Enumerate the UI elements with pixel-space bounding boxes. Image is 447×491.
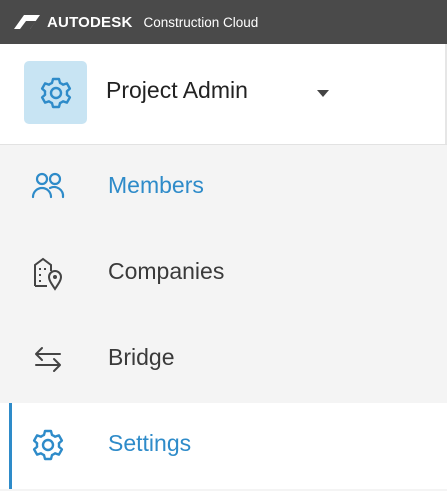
bridge-arrows-icon [35,347,61,372]
sidebar-nav: Members Companies Bridge Settings [0,145,447,491]
project-title: Project Admin [106,77,248,103]
project-icon-tile [24,61,87,124]
sidebar-item-bridge[interactable]: Bridge [0,317,447,403]
sidebar-item-settings[interactable]: Settings [0,403,447,489]
product-name: Construction Cloud [143,14,259,30]
brand[interactable]: AUTODESK Construction Cloud [14,0,258,44]
autodesk-logo-icon [14,15,40,29]
sidebar-item-members[interactable]: Members [0,145,447,231]
gear-icon [32,429,64,461]
sidebar-item-label: Members [108,172,204,198]
project-selector[interactable]: Project Admin [0,44,447,145]
chevron-down-icon[interactable] [317,90,329,97]
sidebar-item-companies[interactable]: Companies [0,231,447,317]
gear-icon [40,77,71,108]
sidebar-item-label: Companies [108,258,225,284]
top-bar: AUTODESK Construction Cloud [0,0,447,44]
sidebar-item-label: Settings [108,430,192,456]
sidebar-item-label: Bridge [108,344,175,370]
people-icon [31,172,65,199]
building-location-icon [34,257,63,291]
brand-name: AUTODESK [47,13,133,31]
